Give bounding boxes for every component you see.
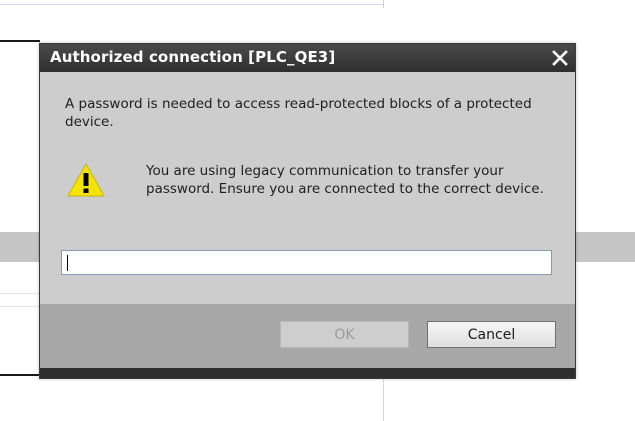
password-input[interactable] [61,250,552,275]
background-divider [0,293,40,294]
warning-icon [66,162,106,198]
background-divider [0,40,40,42]
dialog-title: Authorized connection [PLC_QE3] [50,48,336,66]
background-band [0,232,40,262]
ok-button[interactable]: OK [280,321,409,348]
background-band [575,232,635,262]
text-cursor [67,255,68,271]
dialog-message: A password is needed to access read-prot… [65,96,532,130]
background-divider [0,4,383,5]
dialog-titlebar[interactable]: Authorized connection [PLC_QE3] [40,44,575,72]
background-divider [383,378,384,421]
close-button[interactable] [545,44,575,72]
cancel-button[interactable]: Cancel [427,321,556,348]
dialog-footer: OK Cancel [40,304,575,368]
dialog-content: A password is needed to access read-prot… [40,72,575,304]
warning-message: You are using legacy communication to tr… [146,163,544,197]
dialog-bottom-bar [40,368,575,378]
background-divider [0,306,40,307]
background-divider [383,0,384,8]
authorized-connection-dialog: Authorized connection [PLC_QE3] A passwo… [39,43,576,379]
background-divider [0,374,40,376]
close-icon [552,50,568,66]
